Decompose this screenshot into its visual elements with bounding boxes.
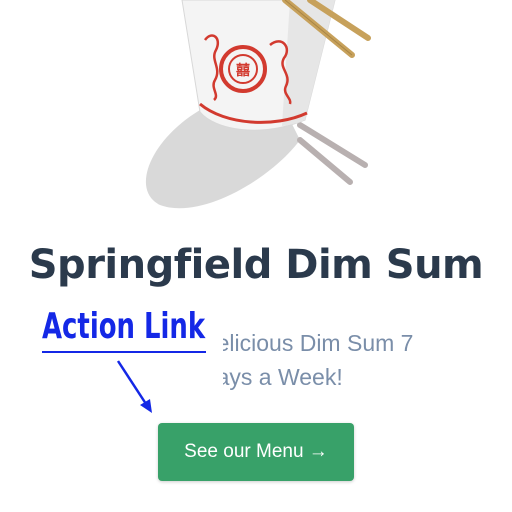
page-title: Springfield Dim Sum [28, 242, 484, 288]
annotation-label: Action Link [42, 306, 206, 347]
svg-text:囍: 囍 [236, 62, 250, 79]
see-menu-button[interactable]: See our Menu → [158, 423, 354, 481]
annotation-underline [42, 351, 206, 353]
tagline: Delicious Dim Sum 7 Days a Week! [200, 330, 414, 390]
takeout-box-image: 囍 [145, 0, 371, 209]
annotation-arrow-icon [116, 360, 152, 413]
shadow-chopstick [297, 137, 353, 185]
